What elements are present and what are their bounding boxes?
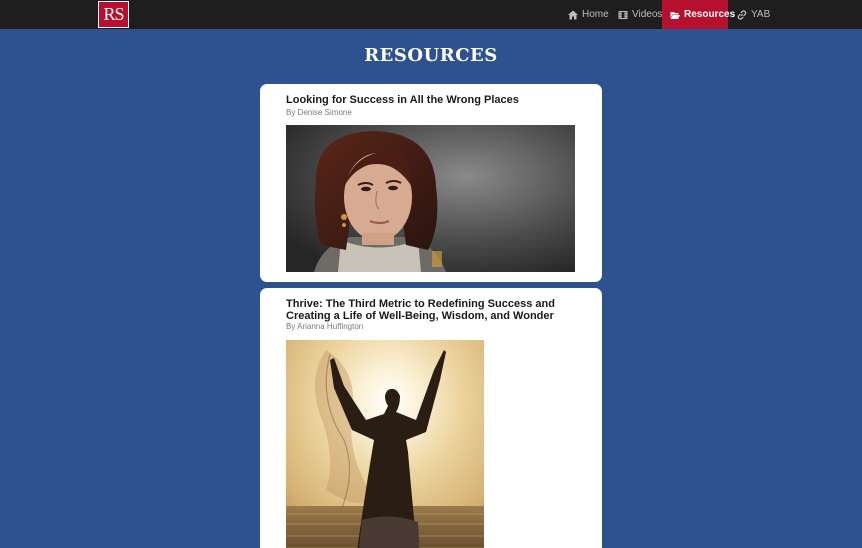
top-navbar: RS Home Videos Resources YAB (0, 0, 862, 29)
resource-card[interactable]: Thrive: The Third Metric to Redefining S… (260, 288, 602, 548)
resource-title[interactable]: Thrive: The Third Metric to Redefining S… (286, 298, 586, 322)
resource-author: By Arianna Huffington (286, 322, 364, 331)
nav-resources[interactable]: Resources (662, 0, 735, 29)
portrait-photo[interactable] (286, 125, 575, 272)
page-title: RESOURCES (364, 45, 498, 66)
nav-yab[interactable]: YAB (729, 0, 778, 29)
sunset-photo[interactable] (286, 340, 484, 548)
nav-videos-label: Videos (632, 9, 663, 20)
nav-yab-label: YAB (751, 9, 771, 20)
site-logo[interactable]: RS (98, 1, 129, 28)
nav-home[interactable]: Home (560, 0, 617, 29)
film-icon (618, 10, 628, 19)
folder-open-icon (670, 11, 680, 19)
nav-home-label: Home (582, 9, 609, 20)
link-icon (737, 9, 747, 20)
resource-title[interactable]: Looking for Success in All the Wrong Pla… (286, 94, 586, 106)
resource-author: By Denise Simone (286, 108, 352, 117)
resource-card[interactable]: Looking for Success in All the Wrong Pla… (260, 84, 602, 282)
nav-resources-label: Resources (684, 9, 736, 20)
home-icon (568, 10, 578, 19)
